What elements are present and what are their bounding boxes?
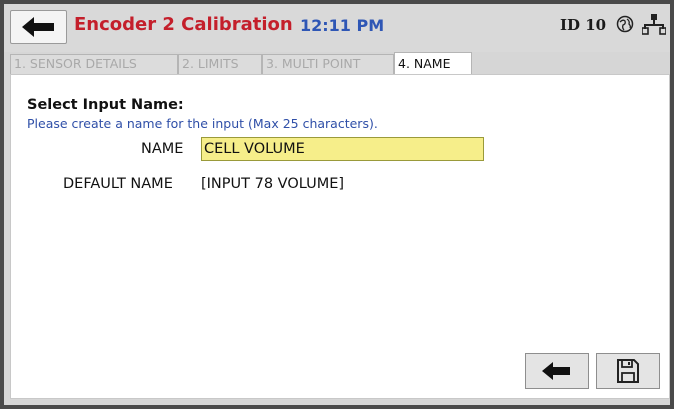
name-label: NAME <box>141 141 184 157</box>
footer-back-button[interactable] <box>525 353 589 389</box>
network-icon <box>642 14 666 35</box>
device-id: ID 10 <box>560 16 607 34</box>
tab-sensor-details[interactable]: 1. SENSOR DETAILS <box>10 54 178 74</box>
default-name-label: DEFAULT NAME <box>63 176 173 192</box>
floppy-disk-icon <box>617 359 639 383</box>
name-panel: Select Input Name: Please create a name … <box>10 74 670 399</box>
section-title: Select Input Name: <box>27 97 184 113</box>
clock-time: 12:11 PM <box>300 16 385 35</box>
section-instructions: Please create a name for the input (Max … <box>27 116 378 131</box>
screen-frame: Encoder 2 Calibration 12:11 PM ID 10 1. … <box>4 4 670 405</box>
tab-limits[interactable]: 2. LIMITS <box>178 54 262 74</box>
arrow-left-icon <box>21 17 54 37</box>
tab-multi-point[interactable]: 3. MULTI POINT <box>262 54 394 74</box>
default-name-value: [INPUT 78 VOLUME] <box>201 176 345 192</box>
globe-icon <box>616 15 634 33</box>
back-button[interactable] <box>10 10 67 44</box>
save-button[interactable] <box>596 353 660 389</box>
tab-bar: 1. SENSOR DETAILS 2. LIMITS 3. MULTI POI… <box>10 52 670 74</box>
arrow-left-icon <box>542 362 570 380</box>
page-title: Encoder 2 Calibration <box>74 14 293 35</box>
tab-name[interactable]: 4. NAME <box>394 52 472 74</box>
header-bar: Encoder 2 Calibration 12:11 PM ID 10 <box>4 4 670 52</box>
name-input[interactable] <box>201 137 484 161</box>
